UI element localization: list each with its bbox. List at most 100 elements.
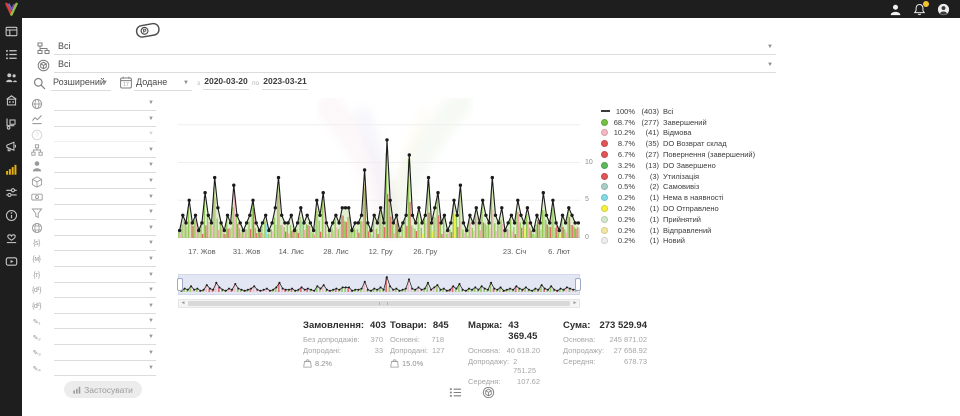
filter-select[interactable]	[54, 347, 156, 361]
account-icon[interactable]	[937, 3, 950, 16]
chart-range-navigator[interactable]	[178, 274, 580, 295]
chevron-down-icon[interactable]: ▼	[148, 100, 154, 106]
chevron-down-icon[interactable]: ▼	[148, 365, 154, 371]
chevron-down-icon[interactable]: ▼	[148, 334, 154, 340]
legend-count: (13)	[635, 161, 659, 170]
date-from-input[interactable]: 2020-03-20	[203, 76, 249, 90]
chevron-down-icon[interactable]: ▼	[148, 256, 154, 262]
date-field-select[interactable]: Додане ▼	[134, 76, 192, 91]
notifications-bell-icon[interactable]	[913, 3, 926, 16]
filter-select[interactable]	[54, 362, 156, 376]
chevron-down-icon[interactable]: ▼	[148, 131, 154, 137]
filter-select[interactable]	[54, 159, 156, 173]
stat-sub-value: 678.73	[624, 357, 647, 366]
sidebar-item-analytics-bars[interactable]	[4, 162, 18, 176]
apply-filters-button[interactable]: Застосувати	[64, 381, 142, 398]
chevron-down-icon[interactable]: ▼	[148, 225, 154, 231]
funnel-icon	[30, 206, 43, 219]
sidebar-item-store[interactable]	[4, 93, 18, 107]
filter-select[interactable]	[54, 331, 156, 345]
svg-text:17: 17	[123, 82, 129, 88]
chevron-down-icon[interactable]: ▼	[183, 80, 189, 86]
scroll-right-arrow-icon[interactable]: ►	[571, 300, 579, 307]
filter-select[interactable]	[54, 206, 156, 220]
date-to-input[interactable]: 2023-03-21	[262, 76, 308, 90]
filter-select[interactable]	[54, 284, 156, 298]
filter-row-token-16: ✎₃▼	[30, 347, 156, 361]
filter-select[interactable]	[54, 113, 156, 127]
chevron-down-icon[interactable]: ▼	[148, 162, 154, 168]
funnel-icon	[31, 207, 43, 219]
chevron-down-icon[interactable]: ▼	[148, 147, 154, 153]
legend-item[interactable]: 0.2%(1)Відправлений	[601, 225, 791, 236]
legend-item[interactable]: 0.2%(1)Прийнятий	[601, 214, 791, 225]
legend-item[interactable]: 100%(403)Всі	[601, 106, 791, 117]
chevron-down-icon[interactable]: ▼	[148, 287, 154, 293]
chevron-down-icon[interactable]: ▼	[148, 272, 154, 278]
search-mode-select[interactable]: Розширений ▼	[51, 76, 111, 91]
scrollbar-thumb[interactable]	[188, 301, 570, 306]
chevron-down-icon[interactable]: ▼	[148, 318, 154, 324]
filter-select[interactable]	[54, 253, 156, 267]
sidebar-item-settings-sliders[interactable]	[4, 185, 18, 199]
range-handle-left[interactable]	[177, 278, 183, 291]
app-logo-icon[interactable]	[4, 2, 19, 17]
filter-select[interactable]	[54, 144, 156, 158]
stat-value: 273 529.94	[599, 320, 647, 331]
chevron-down-icon[interactable]: ▼	[767, 44, 773, 50]
chevron-down-icon[interactable]: ▼	[148, 350, 154, 356]
list-view-icon[interactable]	[448, 385, 462, 399]
sidebar-item-dashboard[interactable]	[4, 24, 18, 38]
user-icon[interactable]	[889, 3, 902, 16]
filter-select[interactable]	[54, 222, 156, 236]
legend-item[interactable]: 68.7%(277)Завершений	[601, 117, 791, 128]
filter-select[interactable]	[54, 191, 156, 205]
y-tick-label: 10	[585, 159, 593, 166]
sidebar-item-video-tutorials[interactable]	[4, 254, 18, 268]
legend-item[interactable]: 10.2%(41)Відмова	[601, 128, 791, 139]
chevron-down-icon[interactable]: ▼	[148, 178, 154, 184]
legend-item[interactable]: 0.2%(1)Нема в наявності	[601, 192, 791, 203]
legend-label: Відмова	[663, 128, 691, 137]
chart-scrollbar[interactable]: ◄ ►	[178, 299, 580, 308]
legend-item[interactable]: 6.7%(27)Повернення (завершений)	[601, 149, 791, 160]
orders-dynamics-chart[interactable]	[178, 103, 580, 238]
filter-select[interactable]	[54, 315, 156, 329]
sidebar-item-supply-cart[interactable]	[4, 116, 18, 130]
filter-select[interactable]	[54, 269, 156, 283]
chevron-down-icon[interactable]: ▼	[148, 303, 154, 309]
legend-item[interactable]: 0.7%(3)Утилізація	[601, 171, 791, 182]
chevron-down-icon[interactable]: ▼	[102, 80, 108, 86]
legend-item[interactable]: 3.2%(13)DO Завершено	[601, 160, 791, 171]
legend-item[interactable]: 0.2%(1)DO Отправлено	[601, 203, 791, 214]
chevron-down-icon[interactable]: ▼	[148, 194, 154, 200]
chevron-down-icon[interactable]: ▼	[767, 62, 773, 68]
product-filter-select[interactable]: Всі ▼	[54, 58, 776, 73]
sidebar-item-clients[interactable]	[4, 70, 18, 84]
sidebar-item-partners[interactable]	[4, 231, 18, 245]
legend-item[interactable]: 0.2%(1)Новий	[601, 236, 791, 247]
range-handle-right[interactable]	[575, 278, 581, 291]
token-icon: {d¹}	[30, 284, 43, 297]
globe-grid-icon	[31, 222, 43, 234]
sidebar-item-marketing-megaphone[interactable]	[4, 139, 18, 153]
supply-cart-icon	[5, 117, 18, 130]
stat-sub-label: Допродані:	[390, 346, 428, 355]
sidebar-item-orders-list[interactable]	[4, 47, 18, 61]
scroll-left-arrow-icon[interactable]: ◄	[179, 300, 187, 307]
product-view-icon[interactable]	[481, 385, 495, 399]
trend-icon	[30, 113, 43, 126]
chevron-down-icon[interactable]: ▼	[148, 240, 154, 246]
filter-select[interactable]	[54, 97, 156, 111]
legend-item[interactable]: 0.5%(2)Самовивіз	[601, 182, 791, 193]
filter-select[interactable]	[54, 175, 156, 189]
chevron-down-icon[interactable]: ▼	[148, 116, 154, 122]
legend-count: (27)	[635, 150, 659, 159]
chevron-down-icon[interactable]: ▼	[148, 209, 154, 215]
filter-select[interactable]	[54, 128, 156, 142]
status-filter-select[interactable]: Всі ▼	[54, 40, 776, 55]
filter-select[interactable]	[54, 300, 156, 314]
filter-select[interactable]	[54, 237, 156, 251]
legend-item[interactable]: 8.7%(35)DO Возврат склад	[601, 138, 791, 149]
sidebar-item-info[interactable]	[4, 208, 18, 222]
